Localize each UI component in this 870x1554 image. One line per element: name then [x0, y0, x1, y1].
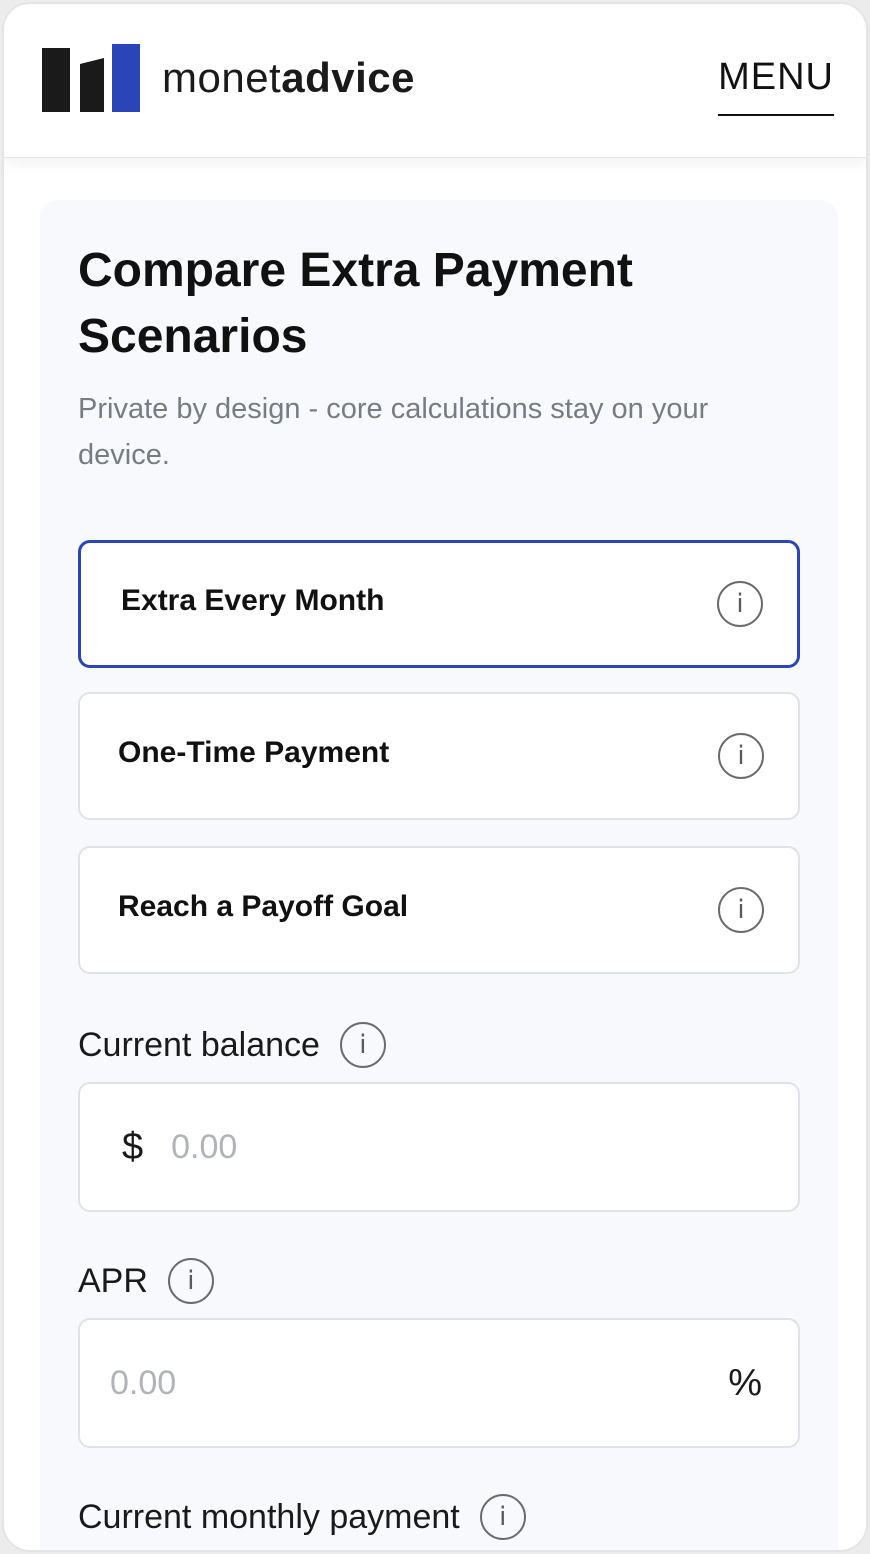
option-one-time-payment[interactable]: One-Time Payment i	[78, 692, 800, 820]
currency-prefix: $	[122, 1125, 144, 1168]
info-icon[interactable]: i	[167, 1258, 214, 1304]
info-icon[interactable]: i	[718, 733, 764, 779]
option-label: Extra Every Month	[121, 584, 385, 617]
logo-bars-icon	[42, 44, 140, 112]
app-frame: monetadvice MENU Compare Extra Payment S…	[2, 2, 868, 1552]
brand-logo[interactable]: monetadvice	[42, 44, 415, 112]
info-icon[interactable]: i	[479, 1494, 526, 1540]
balance-input-box: $	[78, 1082, 800, 1212]
apr-input-box: %	[78, 1318, 800, 1448]
brand-wordmark-bold: advice	[281, 54, 415, 101]
info-icon[interactable]: i	[718, 887, 764, 933]
page-subtitle: Private by design - core calculations st…	[78, 393, 709, 471]
balance-label-row: Current balance i	[78, 1022, 800, 1068]
info-icon[interactable]: i	[339, 1022, 386, 1068]
option-extra-every-month[interactable]: Extra Every Month i	[78, 540, 800, 668]
brand-wordmark-light: monet	[162, 54, 282, 101]
apr-label-row: APR i	[78, 1258, 800, 1304]
option-label: Reach a Payoff Goal	[118, 890, 409, 923]
page-title: Compare Extra Payment Scenarios	[78, 244, 633, 363]
calculator-card: Compare Extra Payment Scenarios Private …	[40, 200, 838, 1550]
brand-wordmark: monetadvice	[162, 57, 415, 99]
menu-button[interactable]: MENU	[718, 58, 834, 116]
monthly-payment-label: Current monthly payment	[78, 1497, 460, 1536]
balance-label: Current balance	[78, 1025, 320, 1064]
option-label: One-Time Payment	[118, 736, 390, 769]
apr-label: APR	[78, 1261, 148, 1300]
percent-suffix: %	[728, 1361, 762, 1404]
balance-input[interactable]	[171, 1127, 672, 1167]
monthly-payment-label-row: Current monthly payment i	[78, 1494, 800, 1540]
option-reach-payoff-goal[interactable]: Reach a Payoff Goal i	[78, 846, 800, 974]
apr-input[interactable]	[110, 1363, 610, 1403]
site-header: monetadvice MENU	[4, 4, 866, 158]
info-icon[interactable]: i	[717, 581, 763, 627]
